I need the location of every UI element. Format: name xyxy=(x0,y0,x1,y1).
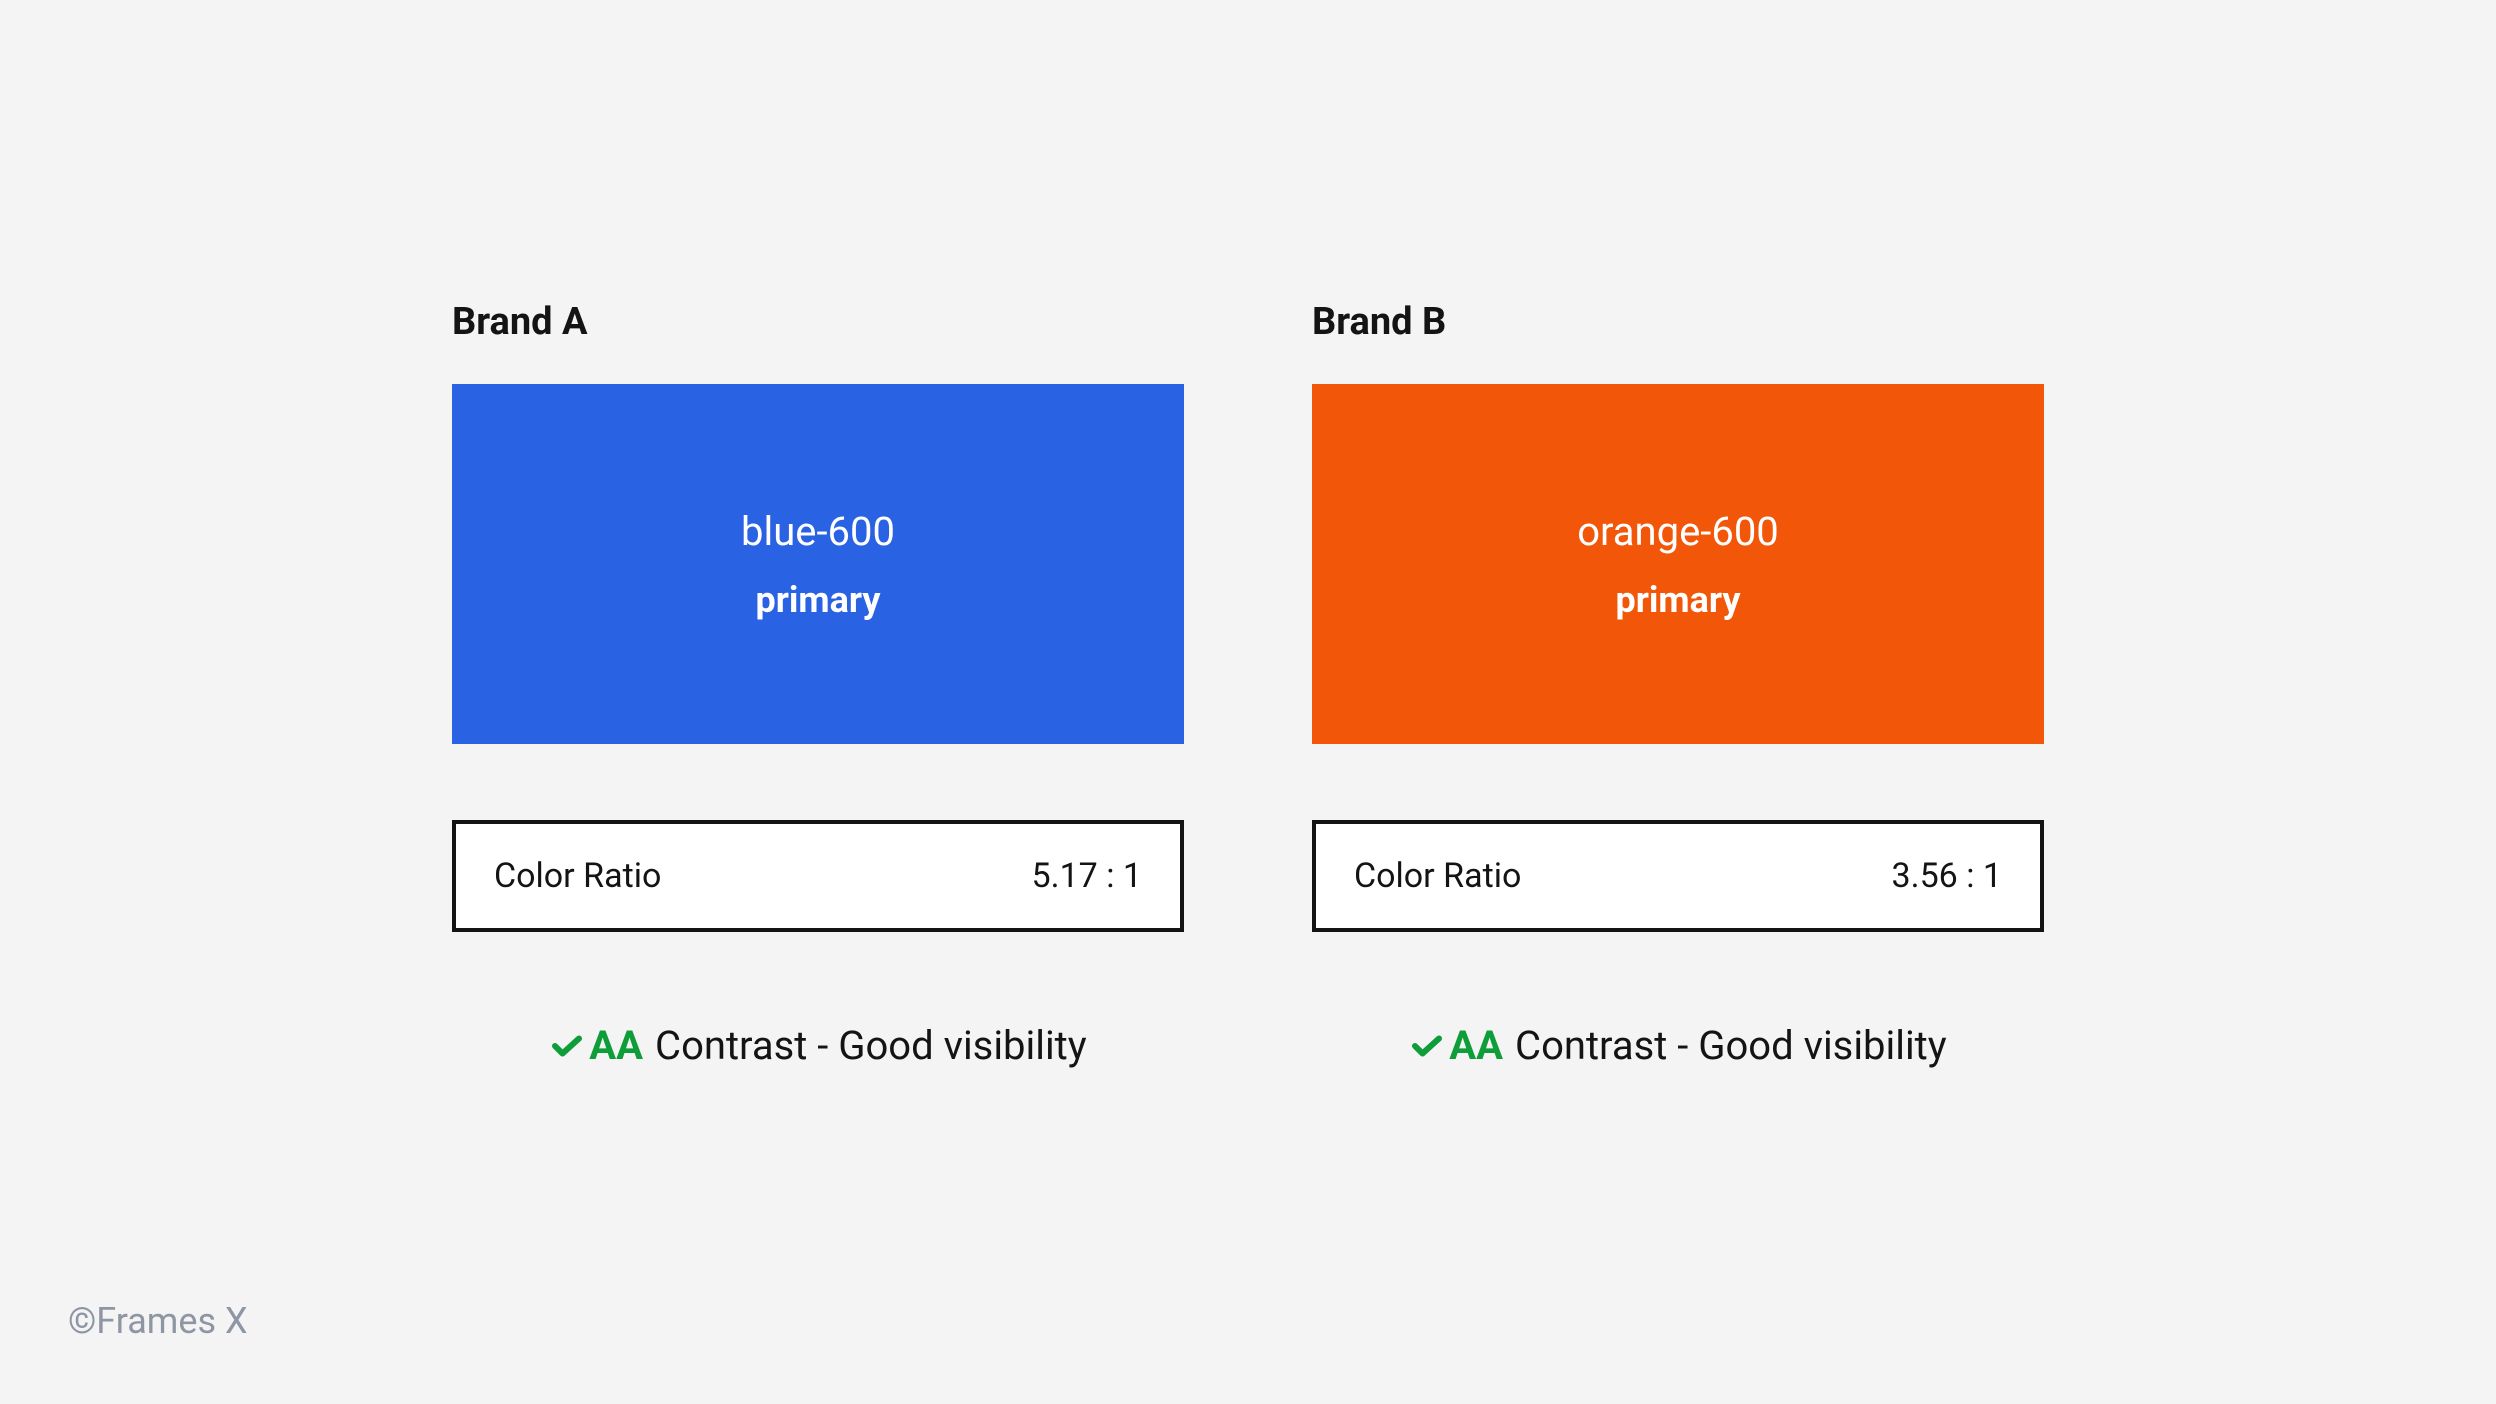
swatch-name: blue-600 xyxy=(741,508,895,555)
brand-title: Brand B xyxy=(1312,300,2044,344)
ratio-box: Color Ratio 5.17 : 1 xyxy=(452,820,1184,932)
brand-column-b: Brand B orange-600 primary Color Ratio 3… xyxy=(1312,300,2044,1069)
contrast-line: AA Contrast - Good visibility xyxy=(1312,1022,2044,1069)
aa-level: AA xyxy=(589,1022,643,1069)
brands-container: Brand A blue-600 primary Color Ratio 5.1… xyxy=(452,300,2044,1069)
swatch-role: primary xyxy=(755,579,880,621)
check-icon xyxy=(549,1028,585,1064)
contrast-text: Contrast - Good visibility xyxy=(1515,1022,1947,1069)
aa-level: AA xyxy=(1449,1022,1503,1069)
color-swatch: blue-600 primary xyxy=(452,384,1184,744)
swatch-role: primary xyxy=(1615,579,1740,621)
color-swatch: orange-600 primary xyxy=(1312,384,2044,744)
brand-title: Brand A xyxy=(452,300,1184,344)
swatch-name: orange-600 xyxy=(1577,508,1779,555)
ratio-value: 5.17 : 1 xyxy=(1032,856,1143,896)
brand-column-a: Brand A blue-600 primary Color Ratio 5.1… xyxy=(452,300,1184,1069)
footer-credit: ©Frames X xyxy=(68,1300,248,1342)
contrast-text: Contrast - Good visibility xyxy=(655,1022,1087,1069)
ratio-label: Color Ratio xyxy=(1354,856,1521,896)
ratio-box: Color Ratio 3.56 : 1 xyxy=(1312,820,2044,932)
ratio-value: 3.56 : 1 xyxy=(1892,856,2003,896)
ratio-label: Color Ratio xyxy=(494,856,661,896)
check-icon xyxy=(1409,1028,1445,1064)
contrast-line: AA Contrast - Good visibility xyxy=(452,1022,1184,1069)
